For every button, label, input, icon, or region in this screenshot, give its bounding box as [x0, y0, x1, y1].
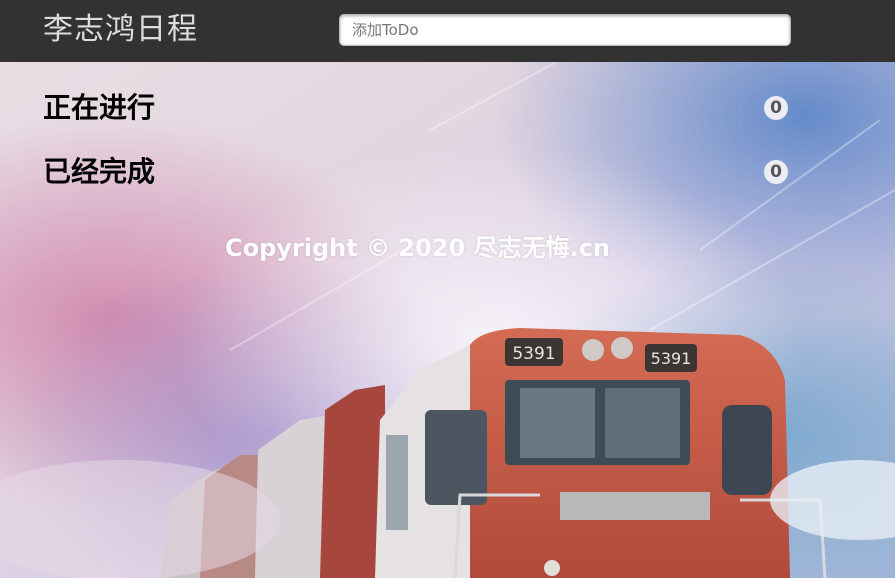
section-title-completed: 已经完成: [43, 155, 156, 188]
add-todo-input[interactable]: [339, 14, 791, 46]
loco-number-right: 5391: [651, 349, 692, 368]
app-title[interactable]: 李志鸿日程: [43, 10, 198, 50]
copyright-footer: Copyright © 2020 尽志无悔.cn: [224, 234, 611, 262]
in-progress-count-badge: 0: [764, 96, 788, 120]
section-in-progress: 正在进行 0: [43, 86, 788, 130]
loco-number-left: 5391: [512, 344, 555, 364]
header-bar: 李志鸿日程: [0, 0, 895, 62]
section-completed: 已经完成 0: [43, 150, 788, 194]
completed-count-badge: 0: [764, 160, 788, 184]
section-title-in-progress: 正在进行: [43, 91, 156, 124]
app-page: 5391 5391 李志鸿日程 正在进行 0 已经完成 0: [0, 0, 895, 578]
